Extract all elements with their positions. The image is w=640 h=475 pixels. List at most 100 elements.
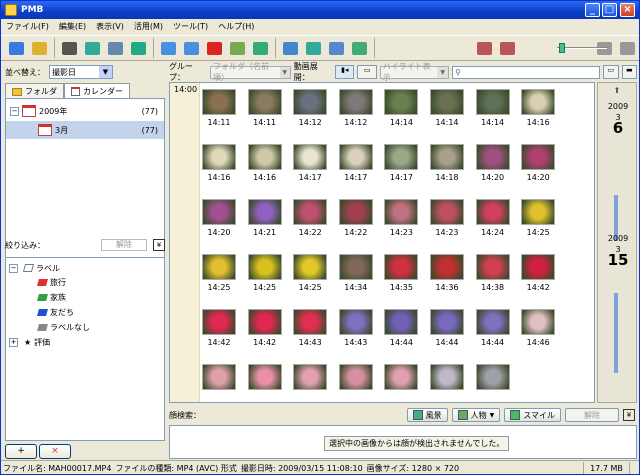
zoom-knob[interactable] — [559, 43, 565, 53]
remove-button[interactable]: × — [39, 444, 71, 459]
filter-group-rating[interactable]: + ★ 評価 — [9, 335, 50, 349]
photo-thumbnail[interactable] — [475, 254, 510, 280]
photo-thumbnail[interactable] — [521, 309, 556, 335]
timeline-date[interactable]: 2009 3 6 — [598, 101, 638, 136]
view-single-button[interactable]: ▭ — [603, 65, 619, 79]
person-button[interactable]: 人物 ▼ — [451, 408, 501, 422]
close-button[interactable]: × — [620, 3, 635, 17]
filter-group-label[interactable]: − ラベル — [9, 261, 60, 275]
rotate-left-button[interactable] — [157, 37, 179, 59]
delete-button[interactable] — [203, 37, 225, 59]
sync-button[interactable] — [348, 37, 370, 59]
photo-thumbnail[interactable] — [338, 309, 373, 335]
collapse-panel-icon[interactable]: ¥ — [153, 239, 165, 251]
arrow-up-icon[interactable]: ⬆ — [611, 86, 623, 98]
collapse-icon[interactable]: − — [9, 263, 18, 273]
sort-select[interactable]: 撮影日 ▼ — [49, 65, 113, 79]
photo-thumbnail[interactable] — [247, 364, 282, 390]
collapse-panel-icon[interactable]: ¥ — [623, 409, 635, 421]
photo-thumbnail[interactable] — [384, 144, 419, 170]
photo-thumbnail[interactable] — [384, 89, 419, 115]
photo-thumbnail[interactable] — [338, 199, 373, 225]
photo-thumbnail[interactable] — [247, 199, 282, 225]
menu-help[interactable]: ヘルプ(H) — [213, 21, 259, 32]
menu-edit[interactable]: 編集(E) — [54, 21, 91, 32]
photo-thumbnail[interactable] — [202, 254, 236, 280]
globe-share-button[interactable] — [81, 37, 103, 59]
highlight-select[interactable]: ハイライト表示 ▼ — [379, 62, 450, 82]
photo-thumbnail[interactable] — [475, 199, 510, 225]
photo-thumbnail[interactable] — [430, 144, 464, 170]
photo-thumbnail[interactable] — [521, 144, 556, 170]
rotate-right-button[interactable] — [180, 37, 202, 59]
filter-label-item[interactable]: 旅行 — [37, 275, 66, 289]
filter-label-item[interactable]: ラベルなし — [37, 320, 90, 334]
video-expand-off-button[interactable]: ▭ — [357, 65, 377, 79]
photo-thumbnail[interactable] — [384, 364, 419, 390]
disc-export-button[interactable] — [127, 37, 149, 59]
photo-thumbnail[interactable] — [247, 89, 282, 115]
photo-thumbnail[interactable] — [338, 89, 373, 115]
photo-thumbnail[interactable] — [293, 254, 328, 280]
photo-thumbnail[interactable] — [384, 309, 419, 335]
chevron-down-icon[interactable]: ▼ — [99, 66, 112, 78]
chevron-down-icon[interactable]: ▼ — [490, 412, 495, 419]
minimize-button[interactable]: _ — [585, 3, 600, 17]
photo-thumbnail[interactable] — [293, 364, 328, 390]
video-expand-on-button[interactable]: ▮◂ — [335, 65, 355, 79]
chevron-down-icon[interactable]: ▼ — [279, 66, 290, 78]
email-button[interactable] — [104, 37, 126, 59]
photo-thumbnail[interactable] — [430, 364, 464, 390]
photo-thumbnail[interactable] — [430, 89, 464, 115]
filter-label-item[interactable]: 家族 — [37, 290, 66, 304]
smile-button[interactable]: スマイル — [504, 408, 561, 422]
menu-use[interactable]: 活用(M) — [129, 21, 168, 32]
slideshow-button[interactable] — [249, 37, 271, 59]
photo-thumbnail[interactable] — [430, 254, 464, 280]
upload-button[interactable] — [325, 37, 347, 59]
menu-view[interactable]: 表示(V) — [91, 21, 129, 32]
group-select[interactable]: フォルダ（名前順） ▼ — [209, 62, 291, 82]
edit-button[interactable] — [226, 37, 248, 59]
photo-thumbnail[interactable] — [202, 199, 236, 225]
photo-thumbnail[interactable] — [384, 199, 419, 225]
photo-thumbnail[interactable] — [293, 89, 328, 115]
photo-thumbnail[interactable] — [430, 309, 464, 335]
import-button[interactable] — [5, 37, 27, 59]
photo-thumbnail[interactable] — [430, 199, 464, 225]
search-input[interactable]: ⚲ — [452, 65, 601, 79]
thumb-large-button[interactable] — [616, 37, 638, 59]
timeline-date[interactable]: 2009 3 15 — [598, 233, 638, 268]
photo-thumbnail[interactable] — [247, 144, 282, 170]
filter-label-item[interactable]: 友だち — [37, 305, 74, 319]
face-clear-button[interactable]: 解除 — [565, 408, 619, 422]
zoom-slider[interactable] — [549, 43, 609, 53]
landscape-button[interactable]: 風景 — [406, 408, 448, 422]
tree-item-month[interactable]: 3月 (77) — [6, 121, 164, 139]
folder-open-button[interactable] — [28, 37, 50, 59]
menu-tools[interactable]: ツール(T) — [168, 21, 213, 32]
photo-thumbnail[interactable] — [202, 309, 236, 335]
photo-thumbnail[interactable] — [521, 199, 556, 225]
expand-icon[interactable]: + — [9, 337, 18, 347]
camera-out-button[interactable] — [496, 37, 518, 59]
photo-thumbnail[interactable] — [475, 89, 510, 115]
photo-thumbnail[interactable] — [202, 364, 236, 390]
date-timeline[interactable]: ⬆ 2009 3 6 2009 3 15 — [597, 82, 637, 403]
photo-thumbnail[interactable] — [521, 254, 556, 280]
photo-thumbnail[interactable] — [293, 144, 328, 170]
photo-thumbnail[interactable] — [202, 89, 236, 115]
add-button[interactable]: + — [5, 444, 37, 459]
maximize-button[interactable]: □ — [602, 3, 617, 17]
filter-clear-button[interactable]: 解除 — [101, 239, 147, 251]
world-button[interactable] — [302, 37, 324, 59]
photo-thumbnail[interactable] — [475, 364, 510, 390]
photo-thumbnail[interactable] — [338, 254, 373, 280]
photo-thumbnail[interactable] — [293, 199, 328, 225]
photo-thumbnail[interactable] — [475, 309, 510, 335]
photo-thumbnail[interactable] — [338, 364, 373, 390]
photo-thumbnail[interactable] — [247, 254, 282, 280]
photo-thumbnail[interactable] — [202, 144, 236, 170]
photo-thumbnail[interactable] — [521, 89, 556, 115]
photo-thumbnail[interactable] — [247, 309, 282, 335]
